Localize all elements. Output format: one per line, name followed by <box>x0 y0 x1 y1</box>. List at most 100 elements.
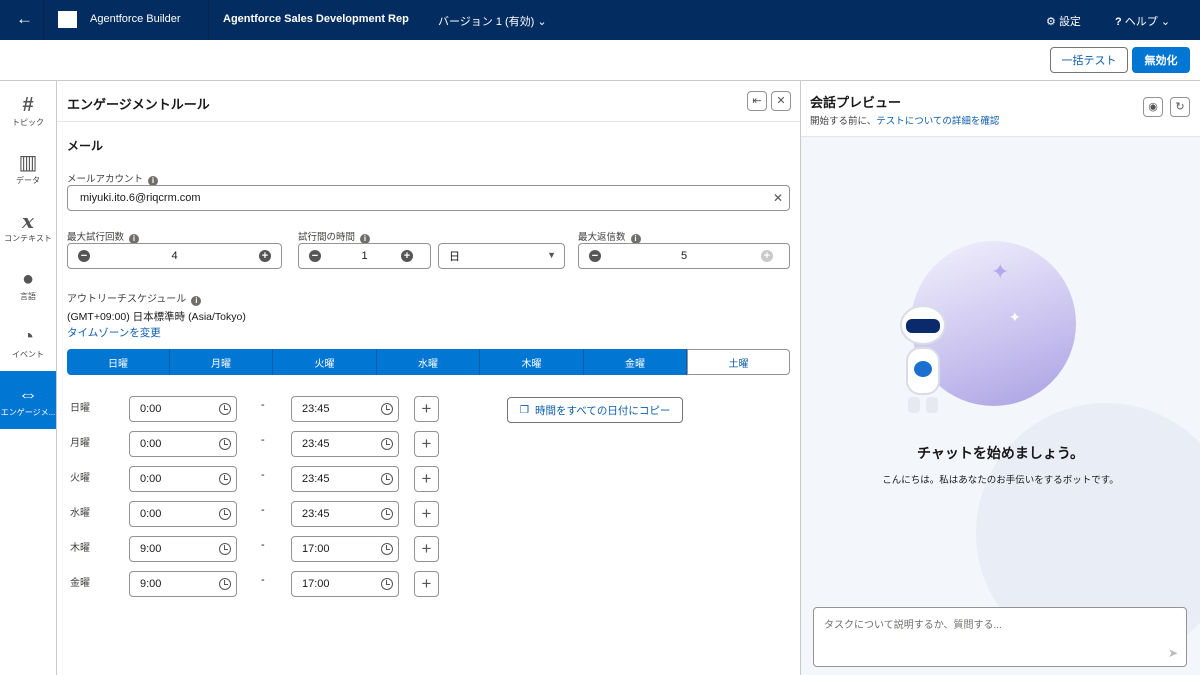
add-time-button[interactable]: + <box>414 571 439 597</box>
interval-unit-select[interactable]: 日 ▼ <box>438 243 565 269</box>
minus-icon[interactable]: − <box>309 250 321 262</box>
eye-icon[interactable]: ◉ <box>1143 97 1163 117</box>
label-text: 試行間の時間 <box>298 232 356 243</box>
label-text: 最大返信数 <box>578 232 626 243</box>
deactivate-button[interactable]: 無効化 <box>1132 47 1190 73</box>
gear-icon: ⚙ <box>1046 16 1056 28</box>
interval-stepper[interactable]: − 1 + <box>298 243 431 269</box>
end-time-input[interactable]: 23:45 <box>291 466 399 492</box>
clock-icon[interactable] <box>219 473 231 485</box>
sidebar-label: データ <box>16 175 40 185</box>
tab-day[interactable]: 火曜 <box>273 349 377 375</box>
end-time-input[interactable]: 23:45 <box>291 396 399 422</box>
test-details-link[interactable]: テストについての詳細を確認 <box>876 116 999 127</box>
clock-icon[interactable] <box>381 473 393 485</box>
end-time-input[interactable]: 23:45 <box>291 501 399 527</box>
version-selector[interactable]: バージョン 1 (有効) ⌄ <box>438 13 547 29</box>
day-label: 金曜 <box>70 578 90 589</box>
minus-icon[interactable]: − <box>589 250 601 262</box>
stepper-value: 4 <box>171 250 178 262</box>
clock-icon[interactable] <box>219 438 231 450</box>
add-time-button[interactable]: + <box>414 536 439 562</box>
tab-day[interactable]: 月曜 <box>170 349 273 375</box>
tab-day[interactable]: 水曜 <box>377 349 480 375</box>
info-icon[interactable]: i <box>191 296 202 306</box>
sidebar-item-event[interactable]: ◔ イベント <box>0 313 56 371</box>
time-value: 23:45 <box>302 403 330 415</box>
engagement-panel: エンゲージメントルール ⇤ ✕ メール メールアカウント i miyuki.ito… <box>57 81 801 675</box>
tab-day[interactable]: 金曜 <box>584 349 687 375</box>
start-time-input[interactable]: 0:00 <box>129 466 237 492</box>
clock-icon[interactable] <box>381 578 393 590</box>
tab-day[interactable]: 日曜 <box>67 349 170 375</box>
add-time-button[interactable]: + <box>414 466 439 492</box>
batch-test-button[interactable]: 一括テスト <box>1050 47 1128 73</box>
collapse-icon[interactable]: ⇤ <box>747 91 767 111</box>
variable-icon: x <box>22 208 34 233</box>
chevron-down-icon: ⌄ <box>1160 16 1171 28</box>
top-bar: ← Agentforce Builder Agentforce Sales De… <box>0 0 1200 40</box>
clock-icon[interactable] <box>219 578 231 590</box>
clock-icon[interactable] <box>219 508 231 520</box>
hash-icon: # <box>22 93 34 116</box>
chat-input[interactable]: タスクについて説明するか、質問する... ➤ <box>813 607 1187 667</box>
chat-placeholder: タスクについて説明するか、質問する... <box>824 620 1002 631</box>
close-icon[interactable]: ✕ <box>771 91 791 111</box>
start-time-input[interactable]: 0:00 <box>129 396 237 422</box>
max-attempts-stepper[interactable]: − 4 + <box>67 243 282 269</box>
range-dash: - <box>261 574 265 586</box>
help-button[interactable]: ? ヘルプ ⌄ <box>1115 13 1170 29</box>
clock-icon[interactable] <box>381 543 393 555</box>
preview-subtitle: 開始する前に、テストについての詳細を確認 <box>810 113 999 127</box>
email-field[interactable]: miyuki.ito.6@riqcrm.com ✕ <box>67 185 790 211</box>
chat-welcome: こんにちは。私はあなたのお手伝いをするボットです。 <box>882 475 1119 486</box>
refresh-icon[interactable]: ↻ <box>1170 97 1190 117</box>
range-dash: - <box>261 399 265 411</box>
tab-day[interactable]: 木曜 <box>480 349 584 375</box>
sidebar-item-engagement[interactable]: ⇔ エンゲージメ... <box>0 371 56 429</box>
change-timezone-link[interactable]: タイムゾーンを変更 <box>67 325 161 340</box>
start-time-input[interactable]: 0:00 <box>129 431 237 457</box>
max-replies-stepper[interactable]: − 5 + <box>578 243 790 269</box>
agent-name: Agentforce Sales Development Rep <box>223 13 409 25</box>
range-dash: - <box>261 469 265 481</box>
clock-icon[interactable] <box>381 508 393 520</box>
time-value: 17:00 <box>302 543 330 555</box>
time-value: 0:00 <box>140 508 162 520</box>
sidebar-item-topic[interactable]: # トピック <box>0 81 56 139</box>
minus-icon[interactable]: − <box>78 250 90 262</box>
settings-button[interactable]: ⚙ 設定 <box>1046 13 1081 29</box>
start-time-input[interactable]: 0:00 <box>129 501 237 527</box>
max-attempts-label: 最大試行回数 i <box>67 229 140 244</box>
start-time-input[interactable]: 9:00 <box>129 536 237 562</box>
clock-icon[interactable] <box>381 403 393 415</box>
plus-icon[interactable]: + <box>259 250 271 262</box>
stepper-value: 5 <box>680 250 688 262</box>
end-time-input[interactable]: 17:00 <box>291 571 399 597</box>
day-label: 火曜 <box>70 473 90 484</box>
time-value: 0:00 <box>140 403 162 415</box>
add-time-button[interactable]: + <box>414 431 439 457</box>
tab-day[interactable]: 土曜 <box>687 349 790 375</box>
sidebar-item-context[interactable]: x コンテキスト <box>0 197 56 255</box>
time-value: 23:45 <box>302 438 330 450</box>
sidebar-item-data[interactable]: ▥ データ <box>0 139 56 197</box>
clock-icon[interactable] <box>219 403 231 415</box>
copy-times-button[interactable]: ❐ 時間をすべての日付にコピー <box>507 397 683 423</box>
add-time-button[interactable]: + <box>414 501 439 527</box>
add-time-button[interactable]: + <box>414 396 439 422</box>
clear-icon[interactable]: ✕ <box>773 191 783 205</box>
clock-icon[interactable] <box>219 543 231 555</box>
sidebar-item-language[interactable]: ● 言語 <box>0 255 56 313</box>
panel-title: エンゲージメントルール <box>67 97 210 112</box>
select-value: 日 <box>449 251 460 263</box>
caret-down-icon: ▼ <box>547 250 556 260</box>
clock-icon[interactable] <box>381 438 393 450</box>
plus-icon[interactable]: + <box>401 250 413 262</box>
start-time-input[interactable]: 9:00 <box>129 571 237 597</box>
end-time-input[interactable]: 23:45 <box>291 431 399 457</box>
send-icon[interactable]: ➤ <box>1168 646 1178 660</box>
back-arrow-icon[interactable]: ← <box>16 9 33 29</box>
end-time-input[interactable]: 17:00 <box>291 536 399 562</box>
range-dash: - <box>261 539 265 551</box>
